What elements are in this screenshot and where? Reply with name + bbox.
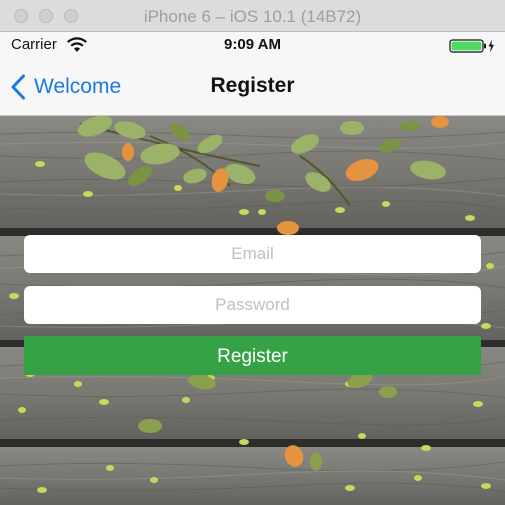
simulator-window: iPhone 6 – iOS 10.1 (14B72) Carrier 9:09…: [0, 0, 505, 505]
email-field[interactable]: [24, 235, 481, 273]
register-button[interactable]: Register: [24, 336, 481, 375]
content-area: Register: [0, 116, 505, 505]
simulator-title: iPhone 6 – iOS 10.1 (14B72): [143, 7, 362, 26]
status-bar: Carrier 9:09 AM: [0, 32, 505, 58]
status-time: 9:09 AM: [224, 36, 281, 53]
password-field[interactable]: [24, 286, 481, 324]
battery-charging-icon: [449, 39, 494, 53]
page-title: Register: [210, 74, 295, 97]
navigation-bar: Welcome Register: [0, 58, 505, 116]
simulator-titlebar: iPhone 6 – iOS 10.1 (14B72): [0, 0, 505, 32]
